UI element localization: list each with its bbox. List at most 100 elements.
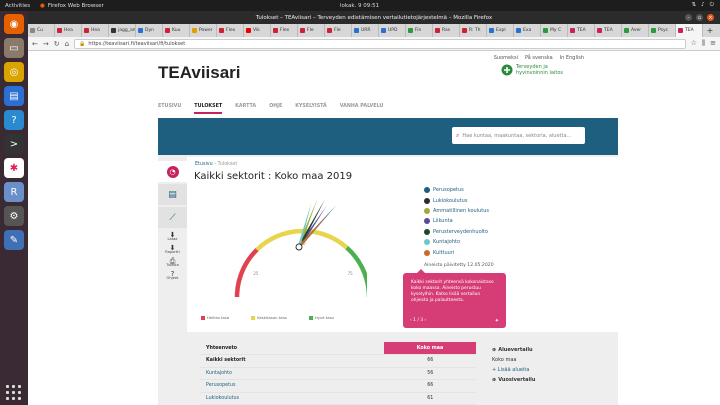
breadcrumb-home[interactable]: Etusivu [195, 162, 213, 167]
settings-icon[interactable]: ⚙ [4, 206, 24, 226]
browser-tab[interactable]: Ras [433, 24, 460, 37]
minimize-button[interactable]: – [685, 14, 692, 21]
gauge-view-button[interactable]: ◔ [158, 161, 187, 182]
back-icon[interactable]: ← [32, 40, 38, 48]
legend-item[interactable]: Lukiokoulutus [424, 195, 489, 205]
lang-fi-link[interactable]: Suomeksi [494, 55, 518, 61]
close-button[interactable]: × [707, 14, 714, 21]
firefox-icon[interactable]: ◉ [4, 14, 24, 34]
tab-favicon-icon [624, 28, 629, 33]
terminal-icon[interactable]: > [4, 134, 24, 154]
sidebar-action-0[interactable]: ⬇ Lataa [158, 232, 187, 242]
browser-tab[interactable]: Aver [622, 24, 649, 37]
nav-etusivu[interactable]: ETUSIVU [158, 104, 181, 114]
pin-icon[interactable]: ✦ [495, 318, 499, 324]
sidebar-action-2[interactable]: ⎙ Tulosta [158, 258, 187, 268]
tab-favicon-icon [192, 28, 197, 33]
nav-kartta[interactable]: KARTTA [235, 104, 256, 114]
browser-tab[interactable]: Fle [298, 24, 325, 37]
forward-icon[interactable]: → [43, 40, 49, 48]
browser-tab[interactable]: R: Th [460, 24, 487, 37]
browser-tab[interactable]: Fin [406, 24, 433, 37]
nav-kyselyista[interactable]: KYSELYISTÄ [295, 104, 327, 114]
home-icon[interactable]: ⌂ [65, 40, 69, 48]
nav-vanha-palvelu[interactable]: VANHA PALVELU [340, 104, 383, 114]
browser-tab[interactable]: Flex [271, 24, 298, 37]
legend-item[interactable]: Kulttuuri [424, 247, 489, 257]
r-studio-icon[interactable]: R [4, 182, 24, 202]
libreoffice-writer-icon[interactable]: ▤ [4, 86, 24, 106]
nav-ohje[interactable]: OHJE [269, 104, 282, 114]
tab-label: jagg_am [118, 28, 136, 33]
tab-favicon-icon [30, 28, 35, 33]
browser-tab[interactable]: jagg_am [109, 24, 136, 37]
comparison-box: ⊕ Aluevertailu Koko maa + Lisää alueita ⊕… [484, 342, 618, 405]
browser-tab[interactable]: Exa [514, 24, 541, 37]
text-editor-icon[interactable]: ✎ [4, 230, 24, 250]
tab-label: Vik [253, 28, 260, 33]
app-menu[interactable]: ● Firefox Web Browser [40, 3, 104, 9]
slack-icon[interactable]: ✱ [4, 158, 24, 178]
browser-tab[interactable]: Power [190, 24, 217, 37]
browser-tab[interactable]: Cu [28, 24, 55, 37]
lang-en-link[interactable]: In English [560, 55, 584, 61]
browser-tab[interactable]: Psyc [649, 24, 676, 37]
legend-item[interactable]: Ammatillinen koulutus [424, 206, 489, 216]
help-icon[interactable]: ? [4, 110, 24, 130]
lang-sv-link[interactable]: På svenska [525, 55, 553, 61]
browser-tab[interactable]: Flex [217, 24, 244, 37]
legend-item[interactable]: Kuntajohto [424, 237, 489, 247]
url-bar[interactable]: 🔒 https://teaviisari.fi/teaviisari/fi/tu… [74, 38, 686, 49]
nav-tulokset[interactable]: TULOKSET [194, 104, 223, 114]
bookmark-star-icon[interactable]: ☆ [691, 39, 697, 48]
browser-tab[interactable]: Hea [82, 24, 109, 37]
tab-label: Kuu [172, 28, 181, 33]
activities-button[interactable]: Activities [0, 3, 40, 9]
reload-icon[interactable]: ↻ [54, 40, 60, 48]
add-regions-link[interactable]: + Lisää alueita [492, 367, 610, 373]
tab-favicon-icon [543, 28, 548, 33]
tab-label: Fle [334, 28, 341, 33]
row-name[interactable]: Kuntajohto [200, 367, 384, 380]
menu-icon[interactable]: ≡ [710, 39, 716, 48]
browser-tab[interactable]: URR [352, 24, 379, 37]
browser-tab[interactable]: Hea [55, 24, 82, 37]
tooltip-pager[interactable]: ‹ 1 / 3 › [410, 318, 426, 324]
bar-view-button[interactable]: ▤ [158, 184, 187, 205]
new-tab-button[interactable]: + [703, 24, 717, 37]
thl-logo[interactable]: Terveyden ja hyvinvoinnin laitos [501, 64, 563, 76]
legend-dot [424, 187, 430, 194]
library-icon[interactable]: ⫼ [702, 39, 705, 48]
line-view-button[interactable]: ⟋ [158, 207, 187, 228]
browser-tab[interactable]: Dyn [136, 24, 163, 37]
system-tray[interactable]: ⇅ ♪ ⏻ [692, 2, 714, 9]
browser-tab[interactable]: UPD [379, 24, 406, 37]
tab-favicon-icon [246, 28, 251, 33]
rhythmbox-icon[interactable]: ◎ [4, 62, 24, 82]
browser-tab[interactable]: Expl [487, 24, 514, 37]
tab-favicon-icon [408, 28, 413, 33]
maximize-button[interactable]: ▫ [696, 14, 703, 21]
legend-item[interactable]: Perusopetus [424, 185, 489, 195]
browser-tab[interactable]: TEA [568, 24, 595, 37]
browser-tab[interactable]: My C [541, 24, 568, 37]
row-name[interactable]: Perusopetus [200, 379, 384, 393]
site-logo[interactable]: TEAviisari [158, 63, 241, 83]
browser-tab[interactable]: Fle [325, 24, 352, 37]
sidebar-action-1[interactable]: ⬇ Raportti [158, 245, 187, 255]
files-icon[interactable]: ▭ [4, 38, 24, 58]
browser-tab[interactable]: Vik [244, 24, 271, 37]
clock[interactable]: lokak. 9 09:51 [340, 3, 379, 9]
action-label: Ohjeet [166, 276, 179, 280]
sidebar-action-3[interactable]: ? Ohjeet [158, 271, 187, 281]
search-input[interactable]: ⌕ Hae kuntaa, maakuntaa, sektoria, aluet… [452, 127, 585, 144]
legend-item[interactable]: Perusterveydenhuolto [424, 227, 489, 237]
row-name[interactable]: Lukiokoulutus [200, 392, 384, 405]
browser-tab[interactable]: Kuu [163, 24, 190, 37]
legend-item[interactable]: Liikunta [424, 216, 489, 226]
page-title: Kaikki sektorit : Koko maa 2019 [194, 171, 353, 182]
show-apps-icon[interactable] [6, 385, 22, 401]
browser-tab[interactable]: TEA [676, 24, 703, 37]
browser-tab[interactable]: TEA [595, 24, 622, 37]
tab-favicon-icon [354, 28, 359, 33]
